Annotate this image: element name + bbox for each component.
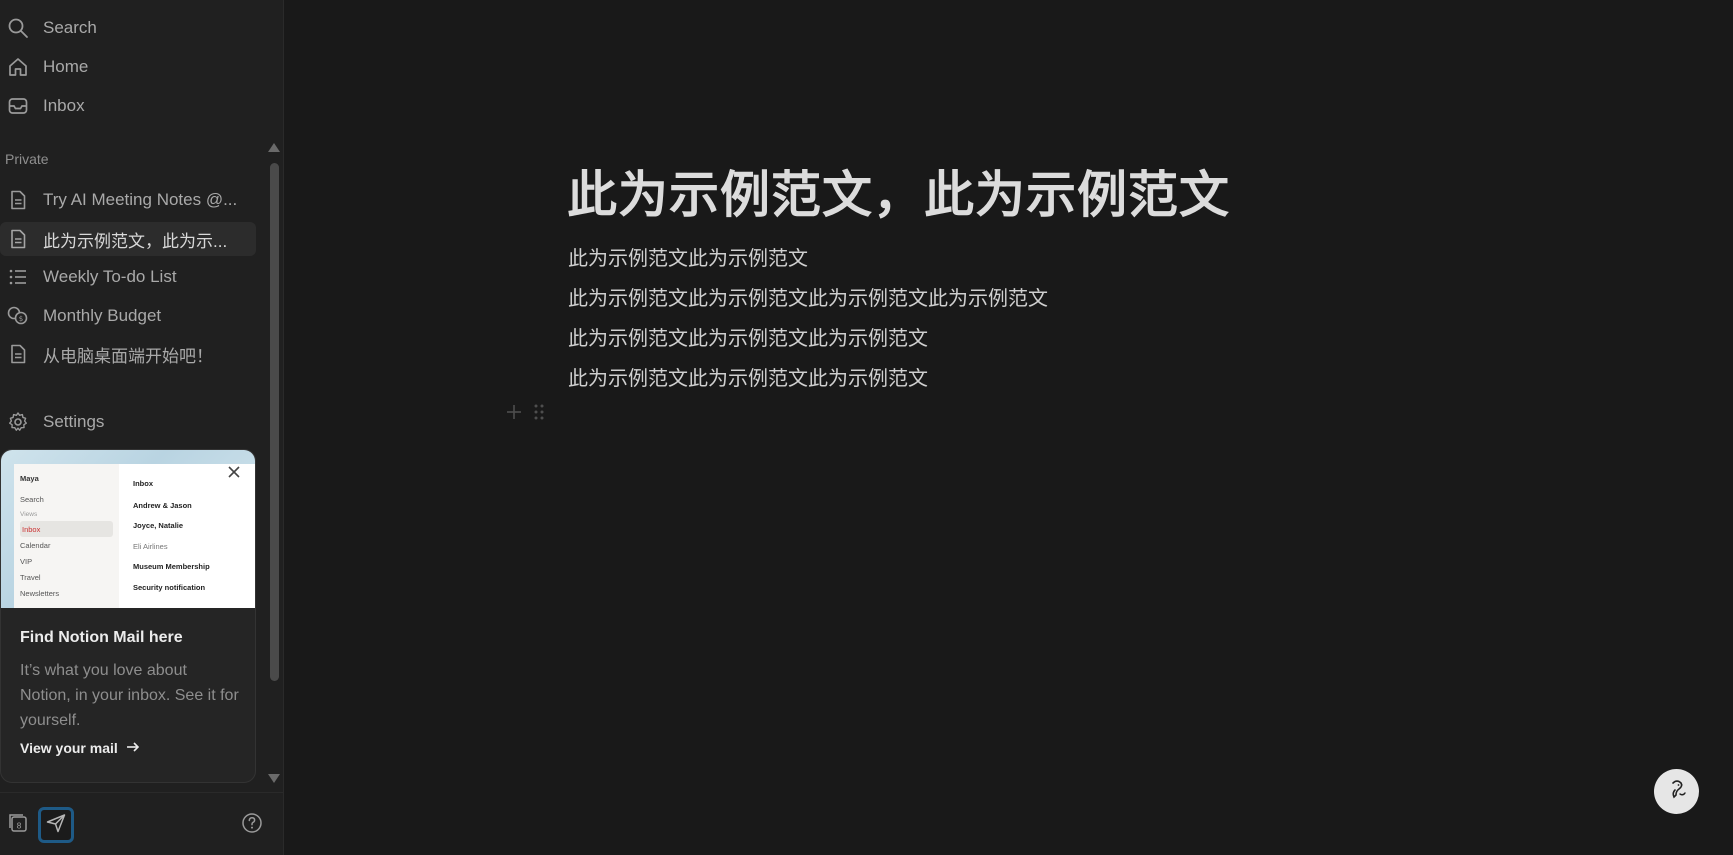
page-icon <box>6 342 30 366</box>
mock-view: Travel <box>20 572 41 582</box>
arrow-right-icon <box>126 740 140 756</box>
sidebar-item-inbox[interactable]: Inbox <box>0 89 256 123</box>
mail-mockup: Maya Search Views Inbox Calendar VIP Tra… <box>14 464 255 608</box>
send-icon <box>45 812 67 839</box>
home-icon <box>6 55 30 79</box>
mock-message: Eli Airlines <box>133 541 168 551</box>
sidebar-page-item[interactable]: 从电脑桌面端开始吧！ <box>0 337 256 371</box>
sidebar-item-label: 从电脑桌面端开始吧！ <box>43 346 213 366</box>
sidebar-item-label: Weekly To-do List <box>43 267 177 286</box>
sidebar-item-label: Inbox <box>43 96 85 115</box>
help-button[interactable] <box>234 807 270 843</box>
mock-main: Inbox Andrew & Jason Joyce, Natalie Eli … <box>119 464 255 608</box>
sidebar-bottom-bar: 8 <box>0 792 284 855</box>
mock-message: Joyce, Natalie <box>133 521 184 531</box>
view-mail-label: View your mail <box>20 740 118 756</box>
sidebar-item-label: Monthly Budget <box>43 306 162 325</box>
calendar-icon: 8 <box>7 812 29 839</box>
sidebar-page-item-active[interactable]: 此为示例范文，此为示... <box>0 222 256 256</box>
page-title[interactable]: 此为示例范文，此为示例范文 <box>567 155 1230 227</box>
block-handle <box>505 403 545 426</box>
sidebar-item-label: Try AI Meeting Notes @... <box>43 190 238 209</box>
card-title: Find Notion Mail here <box>20 629 183 646</box>
scrollbar-thumb[interactable] <box>270 163 279 681</box>
text-block[interactable]: 此为示例范文此为示例范文 <box>568 242 808 271</box>
mock-sidebar: Maya Search Views Inbox Calendar VIP Tra… <box>14 464 119 608</box>
drag-handle-icon[interactable] <box>533 403 545 426</box>
sidebar-item-home[interactable]: Home <box>0 50 256 84</box>
view-mail-link[interactable]: View your mail <box>20 740 140 756</box>
question-mark-icon <box>241 812 263 839</box>
close-icon[interactable] <box>225 463 243 481</box>
sidebar-page-item[interactable]: $ Monthly Budget <box>0 299 256 333</box>
sidebar-item-label: 此为示例范文，此为示... <box>43 231 228 251</box>
inbox-icon <box>6 94 30 118</box>
search-icon <box>6 16 30 40</box>
assistant-button[interactable] <box>1654 769 1699 814</box>
text-block[interactable]: 此为示例范文此为示例范文此为示例范文 <box>568 362 928 391</box>
mail-button[interactable] <box>38 807 74 843</box>
sidebar-item-search[interactable]: Search <box>0 11 256 45</box>
list-icon <box>6 265 30 289</box>
sidebar-page-item[interactable]: Try AI Meeting Notes @... <box>0 183 256 217</box>
sidebar-page-item[interactable]: Weekly To-do List <box>0 260 256 294</box>
mock-view: Newsletters <box>20 588 60 598</box>
mock-message: Andrew & Jason <box>133 500 192 510</box>
mock-view: Inbox <box>20 521 113 537</box>
sidebar-item-label: Search <box>43 18 97 37</box>
scroll-up-arrow-icon[interactable] <box>268 143 280 152</box>
sidebar-item-label: Home <box>43 57 89 76</box>
text-block[interactable]: 此为示例范文此为示例范文此为示例范文 <box>568 322 928 351</box>
mail-preview-image: Maya Search Views Inbox Calendar VIP Tra… <box>1 450 255 608</box>
page-content: 此为示例范文，此为示例范文 此为示例范文此为示例范文 此为示例范文此为示例范文此… <box>285 0 1733 855</box>
sidebar: Search Home Inbox Private Try AI Meeting… <box>0 0 284 855</box>
text-block[interactable]: 此为示例范文此为示例范文此为示例范文此为示例范文 <box>568 282 1048 311</box>
gear-icon <box>6 410 30 434</box>
mock-user: Maya <box>20 473 39 483</box>
mock-view: Calendar <box>20 540 51 550</box>
svg-text:8: 8 <box>16 821 21 830</box>
mock-message: Museum Membership <box>133 562 210 572</box>
calendar-button[interactable]: 8 <box>0 807 36 843</box>
notion-mail-card: Maya Search Views Inbox Calendar VIP Tra… <box>0 449 256 783</box>
mock-views-label: Views <box>20 510 38 518</box>
page-icon <box>6 188 30 212</box>
svg-text:$: $ <box>19 315 23 323</box>
mock-message: Security notification <box>133 582 206 592</box>
sidebar-item-label: Settings <box>43 412 105 431</box>
assistant-face-icon <box>1664 776 1690 807</box>
card-body: It’s what you love about Notion, in your… <box>20 662 239 729</box>
scroll-down-arrow-icon[interactable] <box>268 774 280 783</box>
mock-view: VIP <box>20 556 33 566</box>
mock-search: Search <box>20 494 44 504</box>
page-icon <box>6 227 30 251</box>
section-label-private[interactable]: Private <box>5 151 49 167</box>
add-block-icon[interactable] <box>505 403 523 426</box>
coins-icon: $ <box>6 304 30 328</box>
sidebar-item-settings[interactable]: Settings <box>0 405 256 439</box>
